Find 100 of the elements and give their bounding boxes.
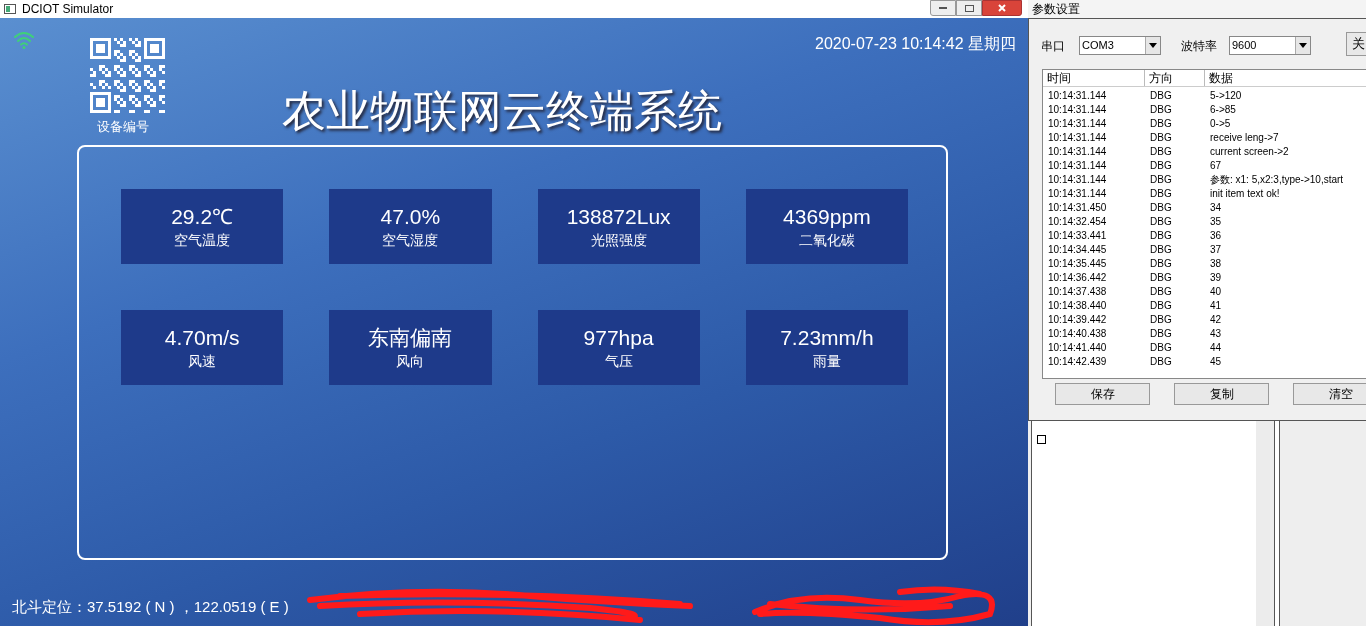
app-icon	[4, 4, 16, 14]
sensor-value: 29.2℃	[171, 203, 234, 230]
table-cell-text: DBG	[1149, 89, 1173, 103]
table-cell-text: DBG	[1149, 145, 1173, 159]
table-cell-text: DBG	[1149, 173, 1173, 187]
table-cell-text: 10:14:31.144	[1047, 131, 1108, 145]
wifi-icon	[13, 31, 35, 49]
sensor-label: 雨量	[812, 351, 841, 371]
table-cell-text: 40	[1209, 285, 1223, 299]
toggle-button[interactable]: 关	[1346, 32, 1366, 56]
column-header[interactable]: 数据	[1205, 70, 1366, 86]
table-cell-text: 10:14:31.144	[1047, 187, 1108, 201]
table-cell-text: 45	[1209, 355, 1223, 369]
table-cell-text: 6->85	[1209, 103, 1237, 117]
table-cell-text: DBG	[1149, 159, 1173, 173]
table-cell-text: 37	[1209, 243, 1223, 257]
table-cell-text: 10:14:31.144	[1047, 103, 1108, 117]
table-cell-text: 10:14:31.144	[1047, 173, 1108, 187]
date-time: 2020-07-23 10:14:42 星期四	[815, 34, 1016, 54]
checkbox[interactable]	[1037, 435, 1046, 444]
column-header[interactable]: 方向	[1145, 70, 1205, 86]
table-cell-text: 38	[1209, 257, 1223, 271]
table-cell-text: DBG	[1149, 243, 1173, 257]
table-cell-text: 10:14:38.440	[1047, 299, 1108, 313]
table-cell-text: DBG	[1149, 229, 1173, 243]
table-cell-text: 0->5	[1209, 117, 1232, 131]
maximize-button[interactable]	[956, 0, 982, 16]
table-cell-text: init item text ok!	[1209, 187, 1281, 201]
table-cell-text: 10:14:35.445	[1047, 257, 1108, 271]
table-cell-text: 10:14:33.441	[1047, 229, 1108, 243]
table-cell-text: 34	[1209, 201, 1223, 215]
dropdown-icon	[1299, 43, 1307, 48]
sensor-label: 气压	[604, 351, 633, 371]
table-cell-text: 36	[1209, 229, 1223, 243]
qr-code-icon	[90, 38, 165, 113]
sensor-label: 风向	[396, 351, 425, 371]
table-cell-text: DBG	[1149, 271, 1173, 285]
window-title: DCIOT Simulator	[22, 1, 114, 18]
table-cell-text: DBG	[1149, 341, 1173, 355]
sensor-label: 光照强度	[590, 230, 647, 250]
sensor-label: 二氧化碳	[798, 230, 855, 250]
table-cell-text: DBG	[1149, 355, 1173, 369]
table-cell-text: 39	[1209, 271, 1223, 285]
sensor-label: 空气温度	[174, 230, 231, 250]
table-cell-text: 10:14:31.144	[1047, 89, 1108, 103]
table-cell-text: 10:14:40.438	[1047, 327, 1108, 341]
table-cell-text: current screen->2	[1209, 145, 1290, 159]
table-cell-text: 43	[1209, 327, 1223, 341]
table-cell-text: 5->120	[1209, 89, 1243, 103]
table-cell-text: receive leng->7	[1209, 131, 1280, 145]
table-cell-text: 10:14:32.454	[1047, 215, 1108, 229]
table-cell-text: DBG	[1149, 299, 1173, 313]
table-cell-text: 10:14:41.440	[1047, 341, 1108, 355]
table-cell-text: DBG	[1149, 215, 1173, 229]
dialog-button[interactable]: 复制	[1174, 383, 1269, 405]
table-cell-text: DBG	[1149, 103, 1173, 117]
table-cell-text: 10:14:37.438	[1047, 285, 1108, 299]
port-label: 串口	[1041, 38, 1065, 55]
table-cell-text: 10:14:31.450	[1047, 201, 1108, 215]
table-cell-text: DBG	[1149, 285, 1173, 299]
sensor-value: 138872Lux	[566, 203, 671, 230]
sensor-value: 47.0%	[380, 203, 441, 230]
table-cell-text: 10:14:39.442	[1047, 313, 1108, 327]
sensor-label: 空气湿度	[382, 230, 439, 250]
table-cell-text: DBG	[1149, 313, 1173, 327]
table-cell-text: 67	[1209, 159, 1223, 173]
table-cell-text: 参数: x1: 5,x2:3,type->10,start	[1209, 173, 1345, 187]
table-cell-text: 10:14:42.439	[1047, 355, 1108, 369]
location-text: 北斗定位：37.5192 ( N ) ，122.0519 ( E )	[12, 597, 289, 617]
column-header[interactable]: 时间	[1043, 70, 1145, 86]
table-cell-text: 10:14:31.144	[1047, 117, 1108, 131]
table-cell-text: 10:14:31.144	[1047, 145, 1108, 159]
table-cell-text: DBG	[1149, 327, 1173, 341]
dropdown-icon	[1149, 43, 1157, 48]
minimize-button[interactable]	[930, 0, 956, 16]
table-cell-text: DBG	[1149, 131, 1173, 145]
close-icon	[998, 4, 1006, 12]
sensor-value: 977hpa	[583, 324, 654, 351]
table-cell-text: DBG	[1149, 201, 1173, 215]
sensor-label: 风速	[188, 351, 217, 371]
sensor-value: 4369ppm	[783, 203, 871, 230]
table-cell-text: 10:14:31.144	[1047, 159, 1108, 173]
port-select[interactable]: COM3	[1079, 36, 1161, 55]
table-cell-text: 44	[1209, 341, 1223, 355]
table-cell-text: DBG	[1149, 117, 1173, 131]
system-title: 农业物联网云终端系统	[282, 85, 722, 137]
device-id-label: 设备编号	[97, 118, 149, 136]
table-cell-text: DBG	[1149, 257, 1173, 271]
sensor-value: 东南偏南	[368, 324, 453, 351]
table-cell-text: 10:14:36.442	[1047, 271, 1108, 285]
sensor-value: 7.23mm/h	[780, 324, 874, 351]
table-cell-text: 35	[1209, 215, 1223, 229]
dialog-button[interactable]: 保存	[1055, 383, 1150, 405]
baud-select[interactable]: 9600	[1229, 36, 1311, 55]
sensor-value: 4.70m/s	[164, 324, 240, 351]
dialog-title: 参数设置	[1032, 1, 1080, 18]
table-cell-text: DBG	[1149, 187, 1173, 201]
dialog-button[interactable]: 清空	[1293, 383, 1366, 405]
table-cell-text: 10:14:34.445	[1047, 243, 1108, 257]
close-button[interactable]	[982, 0, 1022, 16]
